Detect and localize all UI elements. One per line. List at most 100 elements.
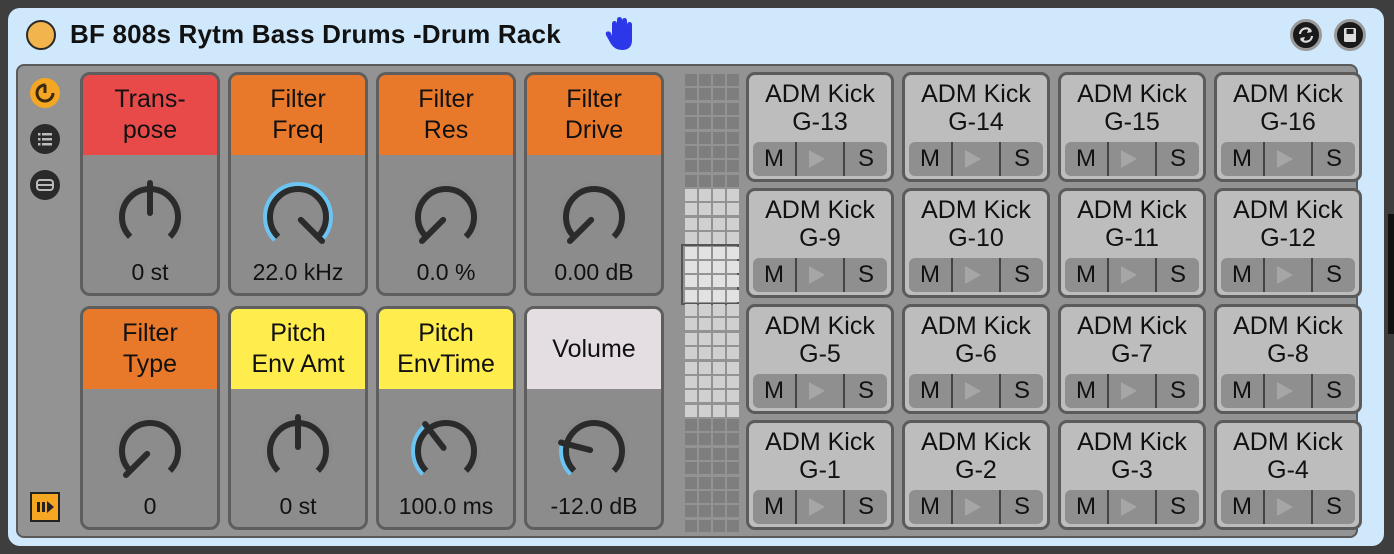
macro-knob[interactable] [258,411,338,491]
macro-label[interactable]: Volume [527,309,661,389]
macro-value[interactable]: 100.0 ms [379,493,513,520]
pad-mute-button[interactable]: M [909,142,953,176]
macro-value[interactable]: 0.0 % [379,259,513,286]
macro-label[interactable]: Filter Freq [231,75,365,155]
pad-play-icon[interactable] [1121,382,1137,400]
macro-value[interactable]: 22.0 kHz [231,259,365,286]
pad-solo-button[interactable]: S [999,258,1043,292]
macro-label[interactable]: Filter Type [83,309,217,389]
pad-overview[interactable] [681,72,743,532]
show-io-button[interactable] [30,170,60,200]
drum-pad[interactable]: ADM Kick G-6 M S [902,304,1050,414]
macro-label[interactable]: Trans- pose [83,75,217,155]
drum-pad[interactable]: ADM Kick G-8 M S [1214,304,1362,414]
pad-mute-button[interactable]: M [909,490,953,524]
pad-play-icon[interactable] [1277,266,1293,284]
drum-pad[interactable]: ADM Kick G-2 M S [902,420,1050,530]
macro-value[interactable]: 0 [83,493,217,520]
drum-pad[interactable]: ADM Kick G-1 M S [746,420,894,530]
save-preset-button[interactable] [1334,19,1366,51]
drum-pad[interactable]: ADM Kick G-14 M S [902,72,1050,182]
drum-pad[interactable]: ADM Kick G-4 M S [1214,420,1362,530]
drum-pad[interactable]: ADM Kick G-9 M S [746,188,894,298]
pad-play-icon[interactable] [809,266,825,284]
macro-knob[interactable] [110,411,190,491]
macro-label[interactable]: Pitch EnvTime [379,309,513,389]
pad-solo-button[interactable]: S [999,374,1043,408]
device-title-bar[interactable]: BF 808s Rytm Bass Drums -Drum Rack [8,8,1384,62]
pad-mute-button[interactable]: M [1221,258,1265,292]
pad-play-icon[interactable] [809,382,825,400]
macro-value[interactable]: 0 st [83,259,217,286]
pad-mute-button[interactable]: M [909,258,953,292]
macro-label[interactable]: Filter Res [379,75,513,155]
pad-mute-button[interactable]: M [753,490,797,524]
pad-mute-button[interactable]: M [1221,490,1265,524]
drum-pad[interactable]: ADM Kick G-12 M S [1214,188,1362,298]
pad-play-icon[interactable] [1277,382,1293,400]
drum-pad[interactable]: ADM Kick G-3 M S [1058,420,1206,530]
drum-pad[interactable]: ADM Kick G-7 M S [1058,304,1206,414]
macro-knob[interactable] [406,411,486,491]
pad-solo-button[interactable]: S [1155,490,1199,524]
macro-value[interactable]: 0.00 dB [527,259,661,286]
pad-mute-button[interactable]: M [753,258,797,292]
hotswap-button[interactable] [1290,19,1322,51]
pad-solo-button[interactable]: S [1311,374,1355,408]
device-title[interactable]: BF 808s Rytm Bass Drums -Drum Rack [70,19,561,50]
macro-label[interactable]: Pitch Env Amt [231,309,365,389]
pad-overview-cell [713,160,725,172]
macro-knob[interactable] [554,177,634,257]
pad-mute-button[interactable]: M [753,142,797,176]
pad-play-icon[interactable] [965,498,981,516]
pad-play-icon[interactable] [809,150,825,168]
pad-solo-button[interactable]: S [1311,490,1355,524]
show-macros-button[interactable] [30,78,60,108]
pad-solo-button[interactable]: S [843,374,887,408]
pad-mute-button[interactable]: M [753,374,797,408]
pad-mute-button[interactable]: M [909,374,953,408]
drum-pad[interactable]: ADM Kick G-13 M S [746,72,894,182]
pad-mute-button[interactable]: M [1065,258,1109,292]
pad-play-icon[interactable] [965,382,981,400]
drum-pad[interactable]: ADM Kick G-15 M S [1058,72,1206,182]
pad-play-icon[interactable] [1121,266,1137,284]
pad-mute-button[interactable]: M [1065,374,1109,408]
macro-knob[interactable] [406,177,486,257]
macro-knob[interactable] [110,177,190,257]
sequencer-toggle-button[interactable] [30,492,60,522]
pad-play-icon[interactable] [1277,150,1293,168]
pad-solo-button[interactable]: S [1311,142,1355,176]
show-chain-list-button[interactable] [30,124,60,154]
device-on-off-button[interactable] [26,20,56,50]
pad-mute-button[interactable]: M [1065,490,1109,524]
pad-play-icon[interactable] [1277,498,1293,516]
pad-solo-button[interactable]: S [1311,258,1355,292]
pad-mute-button[interactable]: M [1221,374,1265,408]
pad-overview-cell [713,74,725,86]
drum-pad[interactable]: ADM Kick G-11 M S [1058,188,1206,298]
macro-knob[interactable] [258,177,338,257]
pad-mute-button[interactable]: M [1065,142,1109,176]
macro-label[interactable]: Filter Drive [527,75,661,155]
pad-solo-button[interactable]: S [999,490,1043,524]
pad-solo-button[interactable]: S [843,490,887,524]
pad-play-icon[interactable] [965,266,981,284]
pad-solo-button[interactable]: S [1155,142,1199,176]
pad-play-icon[interactable] [1121,498,1137,516]
drum-pad[interactable]: ADM Kick G-16 M S [1214,72,1362,182]
pad-solo-button[interactable]: S [843,142,887,176]
pad-play-icon[interactable] [965,150,981,168]
macro-value[interactable]: 0 st [231,493,365,520]
pad-play-icon[interactable] [809,498,825,516]
macro-value[interactable]: -12.0 dB [527,493,661,520]
pad-solo-button[interactable]: S [1155,374,1199,408]
pad-solo-button[interactable]: S [843,258,887,292]
drum-pad[interactable]: ADM Kick G-5 M S [746,304,894,414]
pad-play-icon[interactable] [1121,150,1137,168]
drum-pad[interactable]: ADM Kick G-10 M S [902,188,1050,298]
macro-knob[interactable] [554,411,634,491]
pad-solo-button[interactable]: S [999,142,1043,176]
pad-mute-button[interactable]: M [1221,142,1265,176]
pad-solo-button[interactable]: S [1155,258,1199,292]
